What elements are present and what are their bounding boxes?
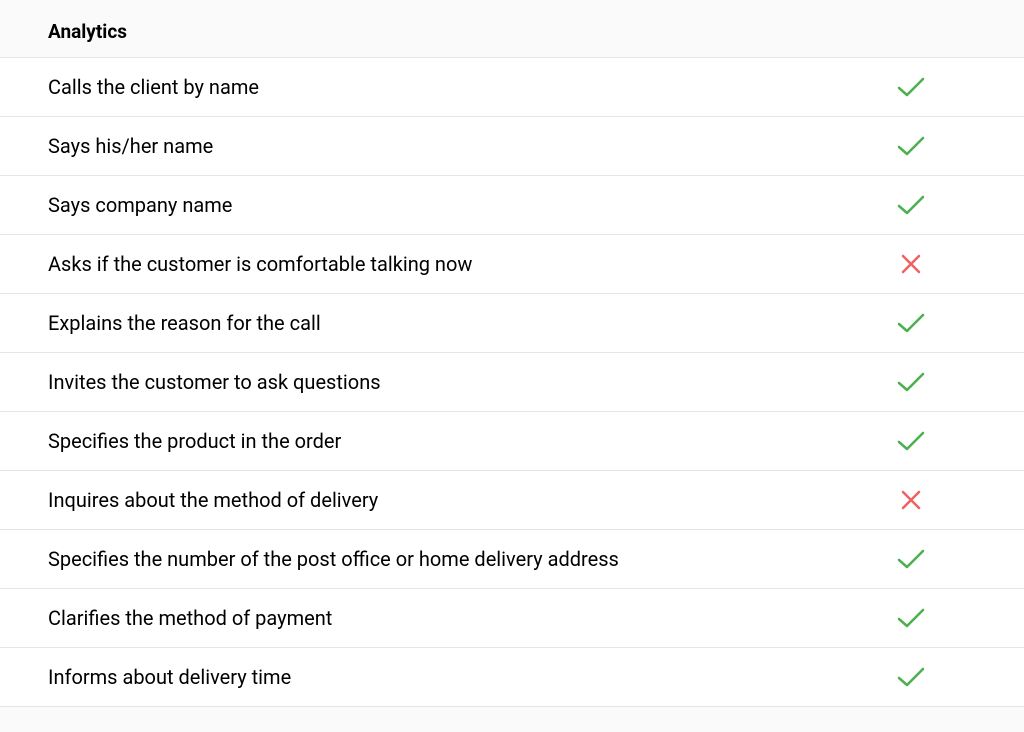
checklist-row: Inquires about the method of delivery: [0, 470, 1024, 530]
checklist-item-label: Calls the client by name: [48, 75, 259, 99]
checklist-row: Explains the reason for the call: [0, 293, 1024, 353]
checklist-row: Says company name: [0, 175, 1024, 235]
checklist-row: Invites the customer to ask questions: [0, 352, 1024, 412]
check-icon: [894, 310, 928, 336]
check-icon: [894, 605, 928, 631]
checklist-row: Clarifies the method of payment: [0, 588, 1024, 648]
check-icon: [894, 192, 928, 218]
checklist-item-label: Says company name: [48, 193, 232, 217]
check-icon: [894, 428, 928, 454]
checklist-item-label: Specifies the number of the post office …: [48, 547, 619, 571]
checklist-row: Asks if the customer is comfortable talk…: [0, 234, 1024, 294]
checklist-item-label: Asks if the customer is comfortable talk…: [48, 252, 472, 276]
check-icon: [894, 664, 928, 690]
checklist-row: Calls the client by name: [0, 57, 1024, 117]
checklist-item-label: Inquires about the method of delivery: [48, 488, 378, 512]
checklist-item-label: Informs about delivery time: [48, 665, 291, 689]
checklist-item-label: Invites the customer to ask questions: [48, 370, 381, 394]
check-icon: [894, 133, 928, 159]
checklist-row: Specifies the product in the order: [0, 411, 1024, 471]
analytics-panel: Analytics Calls the client by name Says h…: [0, 0, 1024, 707]
checklist-item-label: Clarifies the method of payment: [48, 606, 332, 630]
check-icon: [894, 74, 928, 100]
check-icon: [894, 369, 928, 395]
checklist-item-label: Says his/her name: [48, 134, 213, 158]
cross-icon: [894, 251, 928, 277]
checklist-item-label: Explains the reason for the call: [48, 311, 321, 335]
checklist-row: Informs about delivery time: [0, 647, 1024, 707]
check-icon: [894, 546, 928, 572]
checklist-item-label: Specifies the product in the order: [48, 429, 341, 453]
checklist-row: Specifies the number of the post office …: [0, 529, 1024, 589]
cross-icon: [894, 487, 928, 513]
checklist-row: Says his/her name: [0, 116, 1024, 176]
section-header: Analytics: [0, 20, 1024, 57]
checklist: Calls the client by name Says his/her nam…: [0, 57, 1024, 707]
